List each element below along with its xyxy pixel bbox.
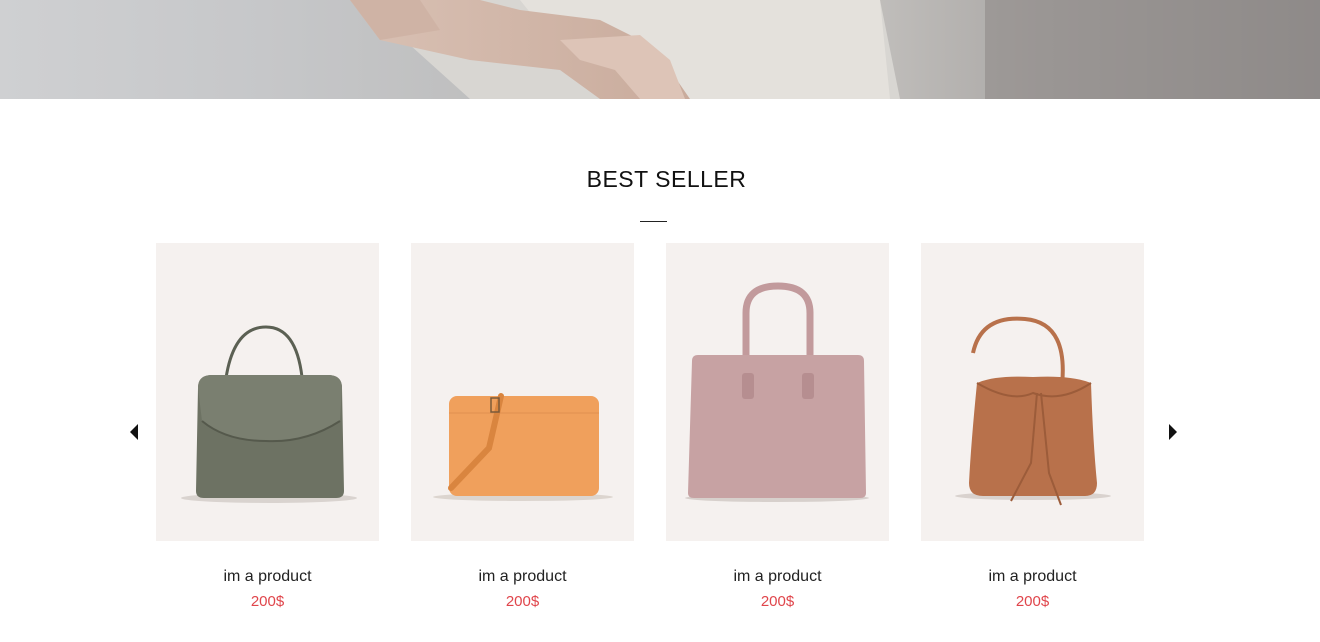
product-name[interactable]: im a product <box>411 568 634 586</box>
product-price: 200$ <box>505 593 540 610</box>
product-price: 200$ <box>250 593 285 610</box>
hero-banner-image <box>0 0 1320 99</box>
title-divider <box>640 221 667 222</box>
product-name[interactable]: im a product <box>921 568 1144 586</box>
carousel-next-button[interactable] <box>1166 424 1178 440</box>
product-card[interactable]: im a product 200$ <box>156 243 379 610</box>
handbag-icon <box>181 325 357 503</box>
product-card[interactable]: im a product 200$ <box>666 243 889 610</box>
product-name[interactable]: im a product <box>666 568 889 586</box>
product-card[interactable]: im a product 200$ <box>921 243 1144 610</box>
crossbody-bag-icon <box>433 393 613 501</box>
caret-right-icon <box>1169 424 1177 440</box>
product-price: 200$ <box>1015 593 1050 610</box>
product-name[interactable]: im a product <box>156 568 379 586</box>
product-price: 200$ <box>760 593 795 610</box>
tote-bag-icon <box>685 282 869 502</box>
model-photo <box>350 0 1320 99</box>
product-image[interactable] <box>921 243 1144 541</box>
carousel-prev-button[interactable] <box>129 424 141 440</box>
bucket-bag-icon <box>955 316 1111 506</box>
section-title: BEST SELLER <box>586 166 747 192</box>
product-card[interactable]: im a product 200$ <box>411 243 634 610</box>
product-image[interactable] <box>411 243 634 541</box>
product-image[interactable] <box>156 243 379 541</box>
caret-left-icon <box>130 424 138 440</box>
product-image[interactable] <box>666 243 889 541</box>
